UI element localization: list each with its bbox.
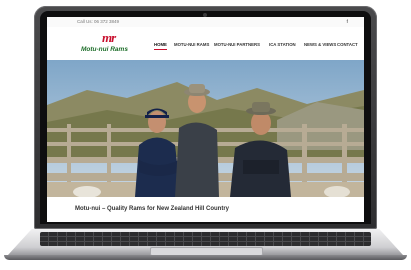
farmers-photo xyxy=(47,60,364,197)
nav-item-news-views[interactable]: NEWS & VIEWS xyxy=(304,42,336,47)
keyboard xyxy=(40,232,371,246)
laptop-base-edge xyxy=(4,255,407,260)
hero-caption-bar: Motu-nui – Quality Rams for New Zealand … xyxy=(47,197,364,222)
nav-item-motu-nui-partners[interactable]: MOTU-NUI PARTNERS xyxy=(214,42,260,47)
nav-item-motu-nui-rams[interactable]: MOTU-NUI RAMS xyxy=(174,42,209,47)
facebook-icon[interactable]: f xyxy=(347,17,349,27)
logo-mark[interactable]: mr xyxy=(102,30,116,46)
hero-image xyxy=(47,60,364,197)
hero-caption: Motu-nui – Quality Rams for New Zealand … xyxy=(75,206,230,212)
nav-item-ica-station[interactable]: ICA STATION xyxy=(269,42,296,47)
logo-name[interactable]: Motu-nui Rams xyxy=(81,46,128,53)
laptop-screen: Call Us: 06 372 3849 f mr Motu-nui Rams … xyxy=(47,17,364,222)
site-header: mr Motu-nui Rams HOME MOTU-NUI RAMS MOTU… xyxy=(47,27,364,60)
nav-item-contact[interactable]: CONTACT xyxy=(337,42,358,47)
nav-item-home[interactable]: HOME xyxy=(154,42,167,50)
phone-number: Call Us: 06 372 3849 xyxy=(77,19,120,24)
